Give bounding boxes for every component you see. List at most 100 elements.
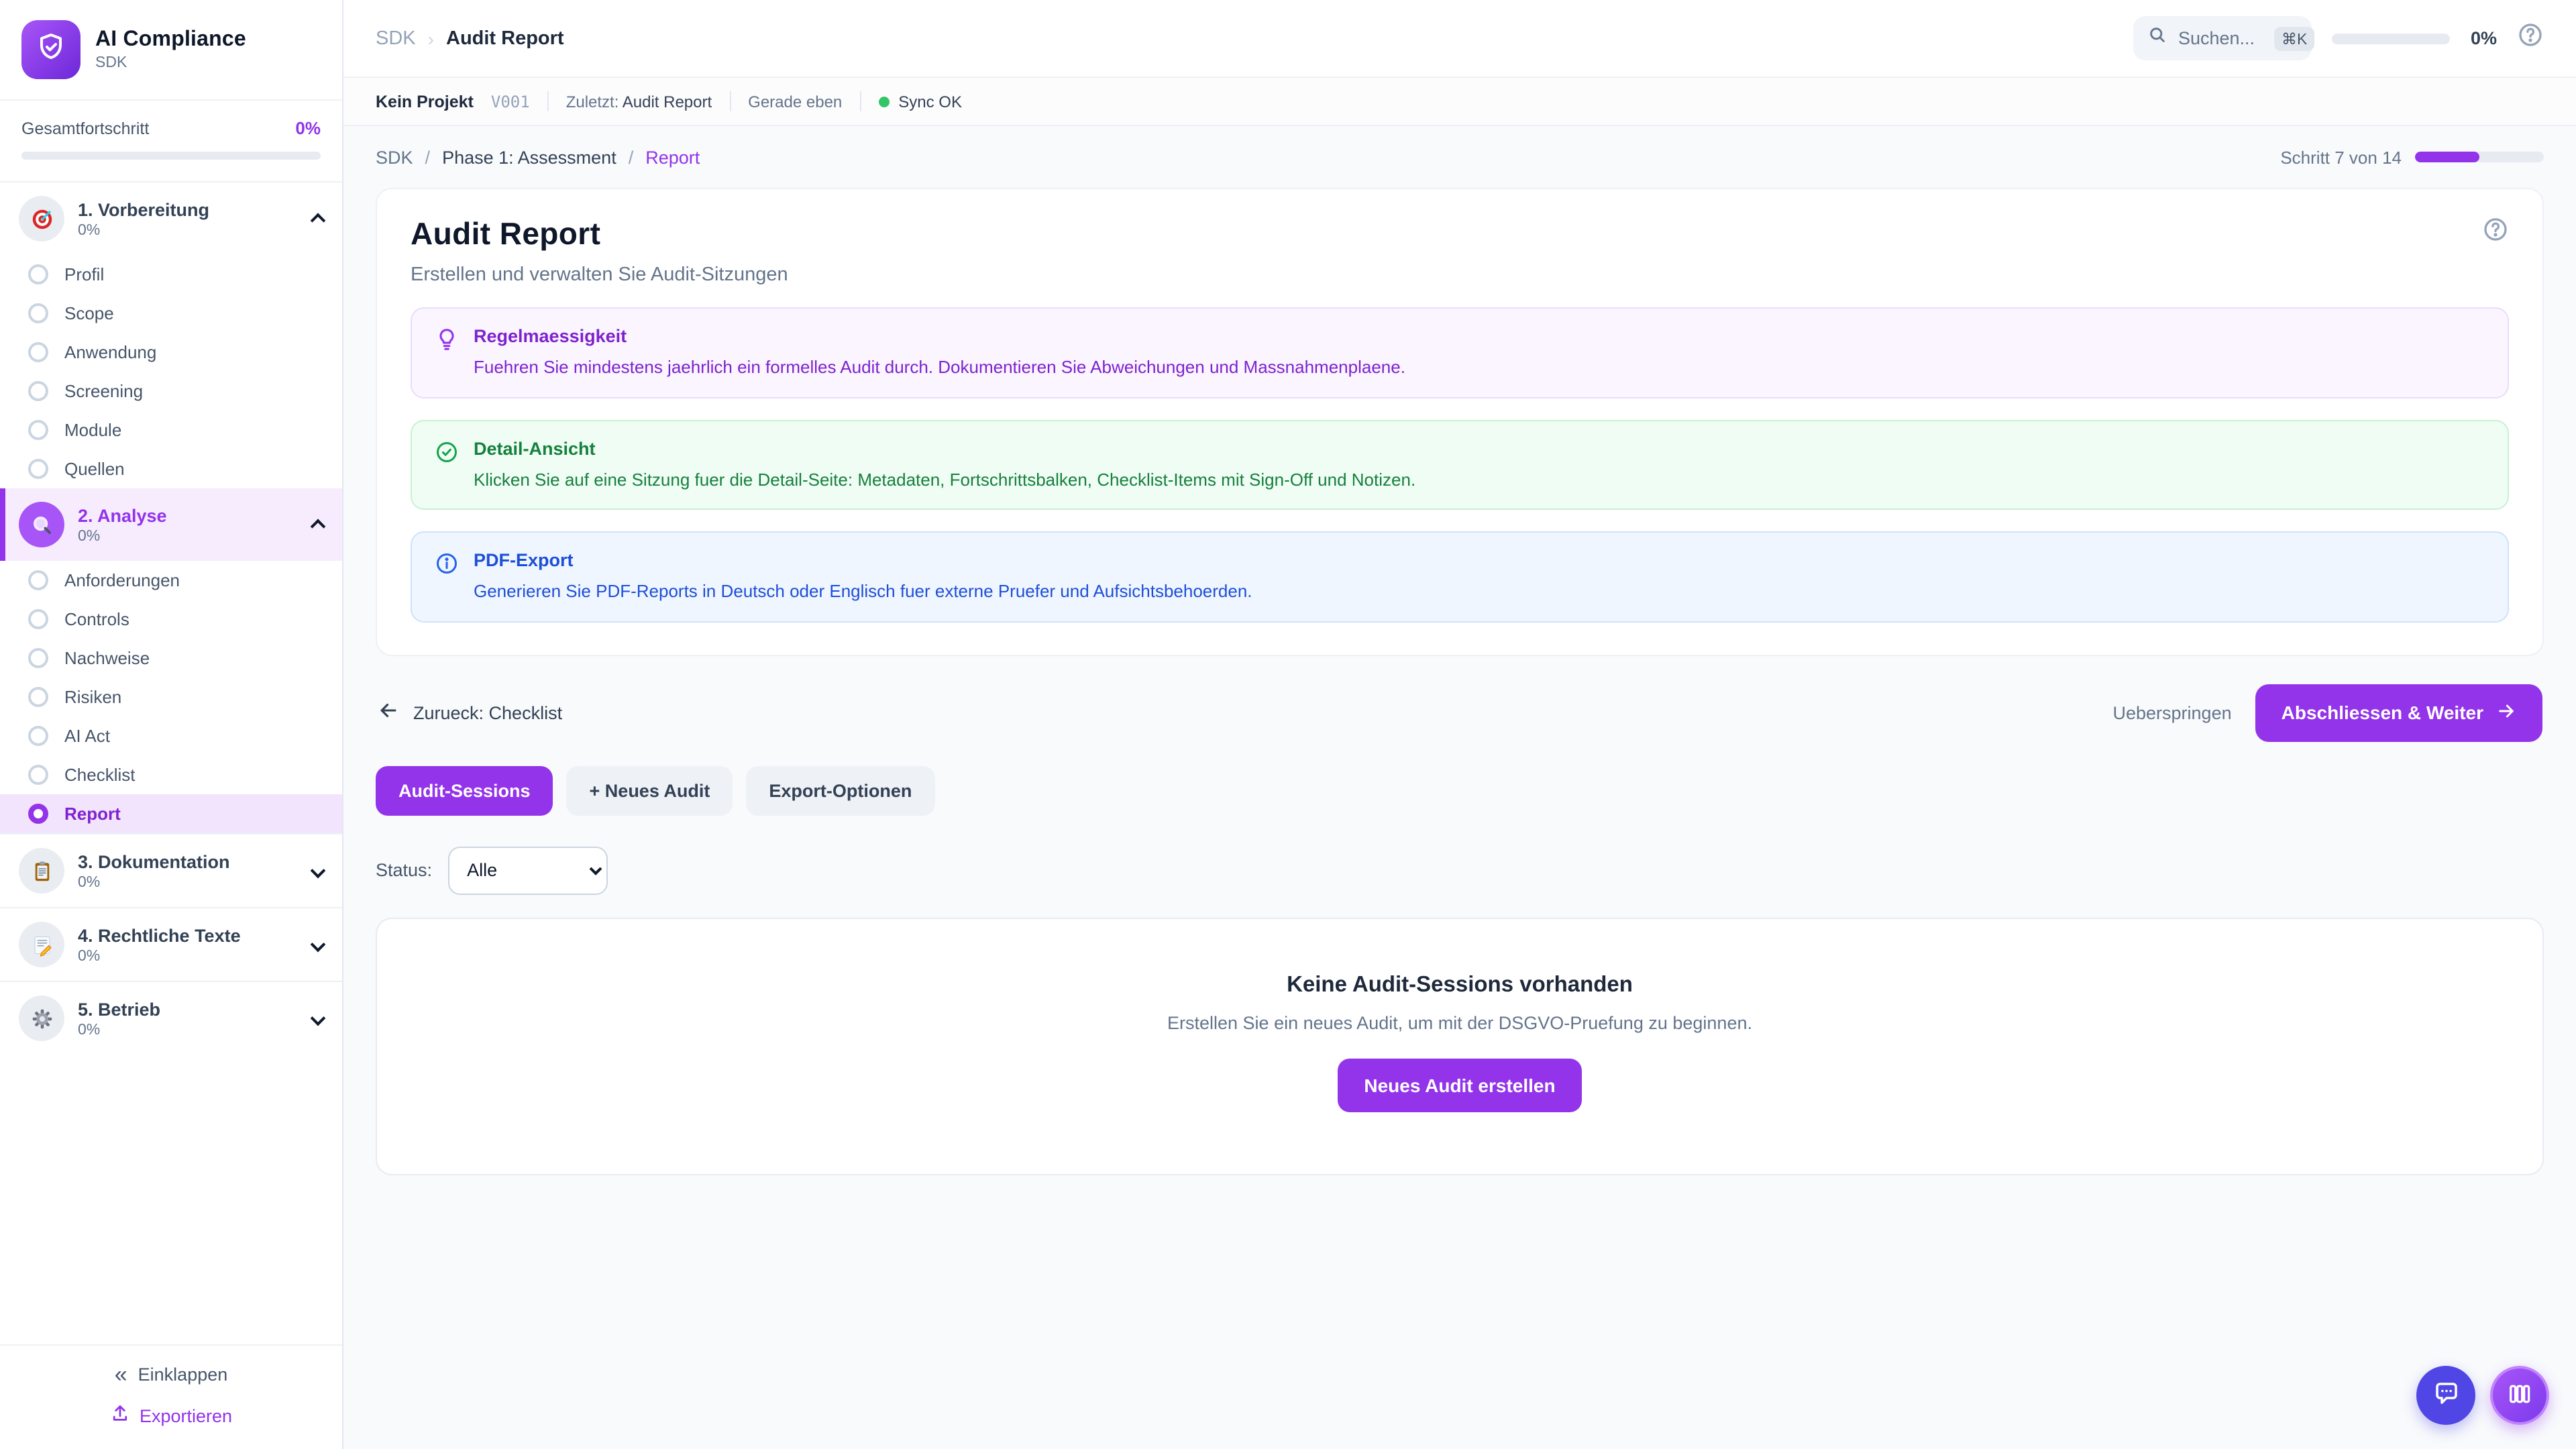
sidebar-section-analyse[interactable]: 2. Analyse 0% bbox=[0, 488, 342, 561]
project-status: Kein Projekt bbox=[376, 92, 474, 111]
skip-button[interactable]: Ueberspringen bbox=[2113, 702, 2232, 722]
search-box[interactable]: ⌘K bbox=[2134, 16, 2312, 60]
back-button[interactable]: Zurueck: Checklist bbox=[377, 699, 562, 726]
radio-icon bbox=[28, 264, 48, 284]
topbar-progress-bar bbox=[2332, 33, 2451, 44]
export-button[interactable]: Exportieren bbox=[110, 1403, 232, 1428]
upload-icon bbox=[110, 1403, 130, 1428]
app-title: AI Compliance bbox=[95, 28, 246, 52]
radio-icon bbox=[28, 765, 48, 785]
chevron-down-icon bbox=[311, 937, 326, 953]
audit-report-card: Audit Report Erstellen und verwalten Sie… bbox=[376, 188, 2544, 655]
sidebar-section-dokumentation[interactable]: 3. Dokumentation 0% bbox=[0, 833, 342, 907]
overall-progress-value: 0% bbox=[295, 118, 321, 138]
lightbulb-icon bbox=[435, 327, 459, 379]
info-box-regelmaessigkeit: Regelmaessigkeit Fuehren Sie mindestens … bbox=[411, 307, 2509, 398]
chat-bubble-icon bbox=[2432, 1379, 2460, 1411]
page-content: Audit Report Erstellen und verwalten Sie… bbox=[343, 188, 2576, 1449]
tab-neues-audit[interactable]: + Neues Audit bbox=[567, 765, 733, 815]
sidebar-item-anforderungen[interactable]: Anforderungen bbox=[0, 561, 342, 600]
help-icon[interactable] bbox=[2517, 21, 2544, 55]
sidebar-item-profil[interactable]: Profil bbox=[0, 255, 342, 294]
sync-status-dot bbox=[878, 96, 889, 107]
columns-view-button[interactable] bbox=[2490, 1366, 2549, 1425]
chevron-down-icon bbox=[311, 1011, 326, 1026]
phase-breadcrumb-root[interactable]: SDK bbox=[376, 147, 413, 167]
status-bar: Kein Projekt V001 Zuletzt: Audit Report … bbox=[343, 78, 2576, 126]
sidebar-section-vorbereitung[interactable]: 1. Vorbereitung 0% bbox=[0, 182, 342, 255]
phase-breadcrumb-phase[interactable]: Phase 1: Assessment bbox=[442, 147, 616, 167]
collapse-sidebar-button[interactable]: « Einklappen bbox=[115, 1363, 228, 1386]
sidebar-item-checklist[interactable]: Checklist bbox=[0, 755, 342, 794]
sidebar-item-anwendung[interactable]: Anwendung bbox=[0, 333, 342, 372]
section-title: 2. Analyse bbox=[78, 505, 167, 525]
info-box-text: Klicken Sie auf eine Sitzung fuer die De… bbox=[474, 468, 1415, 491]
chevron-up-icon bbox=[311, 519, 326, 535]
step-navigation: Zurueck: Checklist Ueberspringen Abschli… bbox=[377, 684, 2542, 741]
info-box-detail-ansicht: Detail-Ansicht Klicken Sie auf eine Sitz… bbox=[411, 419, 2509, 510]
sidebar-item-controls[interactable]: Controls bbox=[0, 600, 342, 639]
section-title: 1. Vorbereitung bbox=[78, 199, 209, 219]
section-percent: 0% bbox=[78, 1022, 160, 1038]
last-label: Zuletzt: bbox=[566, 92, 619, 111]
section-percent: 0% bbox=[78, 948, 241, 964]
sidebar-item-screening[interactable]: Screening bbox=[0, 372, 342, 411]
status-filter-select[interactable]: Alle bbox=[448, 846, 608, 894]
tab-audit-sessions[interactable]: Audit-Sessions bbox=[376, 765, 553, 815]
target-icon bbox=[19, 196, 64, 241]
sidebar-item-scope[interactable]: Scope bbox=[0, 294, 342, 333]
sidebar-item-risiken[interactable]: Risiken bbox=[0, 678, 342, 716]
sidebar-item-nachweise[interactable]: Nachweise bbox=[0, 639, 342, 678]
sidebar-item-module[interactable]: Module bbox=[0, 411, 342, 449]
sidebar-header: AI Compliance SDK bbox=[0, 0, 342, 101]
radio-icon bbox=[28, 459, 48, 479]
page-subtitle: Erstellen und verwalten Sie Audit-Sitzun… bbox=[411, 264, 788, 286]
sidebar-footer: « Einklappen Exportieren bbox=[0, 1344, 342, 1449]
shield-check-icon bbox=[35, 30, 67, 69]
check-circle-icon bbox=[435, 439, 459, 491]
double-chevron-left-icon: « bbox=[115, 1363, 127, 1386]
tab-export-optionen[interactable]: Export-Optionen bbox=[746, 765, 934, 815]
magnifier-icon bbox=[19, 502, 64, 547]
info-box-title: PDF-Export bbox=[474, 550, 1252, 570]
app-subtitle: SDK bbox=[95, 55, 246, 71]
sidebar-item-ai-act[interactable]: AI Act bbox=[0, 716, 342, 755]
section-title: 4. Rechtliche Texte bbox=[78, 925, 241, 945]
floating-buttons bbox=[2416, 1366, 2549, 1425]
sidebar-item-quellen[interactable]: Quellen bbox=[0, 449, 342, 488]
info-box-pdf-export: PDF-Export Generieren Sie PDF-Reports in… bbox=[411, 531, 2509, 622]
section-percent: 0% bbox=[78, 222, 209, 238]
shortcut-badge: ⌘K bbox=[2275, 26, 2314, 50]
section-title: 5. Betrieb bbox=[78, 999, 160, 1019]
status-filter: Status: Alle bbox=[376, 846, 2544, 894]
app-root: AI Compliance SDK Gesamtfortschritt 0% 1… bbox=[0, 0, 2576, 1449]
info-box-title: Regelmaessigkeit bbox=[474, 326, 1405, 346]
overall-progress: Gesamtfortschritt 0% bbox=[0, 101, 342, 182]
search-icon bbox=[2149, 25, 2167, 51]
section-title: 3. Dokumentation bbox=[78, 851, 230, 871]
overall-progress-bar bbox=[21, 152, 321, 160]
breadcrumb-root[interactable]: SDK bbox=[376, 28, 416, 49]
create-audit-button[interactable]: Neues Audit erstellen bbox=[1337, 1058, 1582, 1112]
chat-button[interactable] bbox=[2416, 1366, 2475, 1425]
sync-status: Sync OK bbox=[898, 92, 962, 111]
sidebar-nav: 1. Vorbereitung 0% Profil Scope Anwendun… bbox=[0, 182, 342, 1344]
complete-next-button[interactable]: Abschliessen & Weiter bbox=[2256, 684, 2542, 741]
radio-icon bbox=[28, 342, 48, 362]
topbar: SDK › Audit Report ⌘K 0% bbox=[343, 0, 2576, 78]
sidebar-section-rechtliche-texte[interactable]: 4. Rechtliche Texte 0% bbox=[0, 907, 342, 981]
radio-selected-icon bbox=[28, 804, 48, 824]
sidebar-section-betrieb[interactable]: 5. Betrieb 0% bbox=[0, 981, 342, 1055]
empty-state-title: Keine Audit-Sessions vorhanden bbox=[404, 972, 2516, 998]
info-box-text: Generieren Sie PDF-Reports in Deutsch od… bbox=[474, 580, 1252, 603]
chevron-right-icon: › bbox=[428, 28, 434, 49]
sidebar: AI Compliance SDK Gesamtfortschritt 0% 1… bbox=[0, 0, 343, 1449]
clipboard-icon bbox=[19, 848, 64, 894]
last-saved-time: Gerade eben bbox=[748, 92, 842, 111]
card-help-icon[interactable] bbox=[2482, 216, 2509, 250]
sidebar-item-report[interactable]: Report bbox=[0, 794, 342, 833]
tabs: Audit-Sessions + Neues Audit Export-Opti… bbox=[376, 765, 2544, 815]
radio-icon bbox=[28, 570, 48, 590]
topbar-progress-value: 0% bbox=[2471, 28, 2497, 48]
search-input[interactable] bbox=[2178, 28, 2264, 48]
